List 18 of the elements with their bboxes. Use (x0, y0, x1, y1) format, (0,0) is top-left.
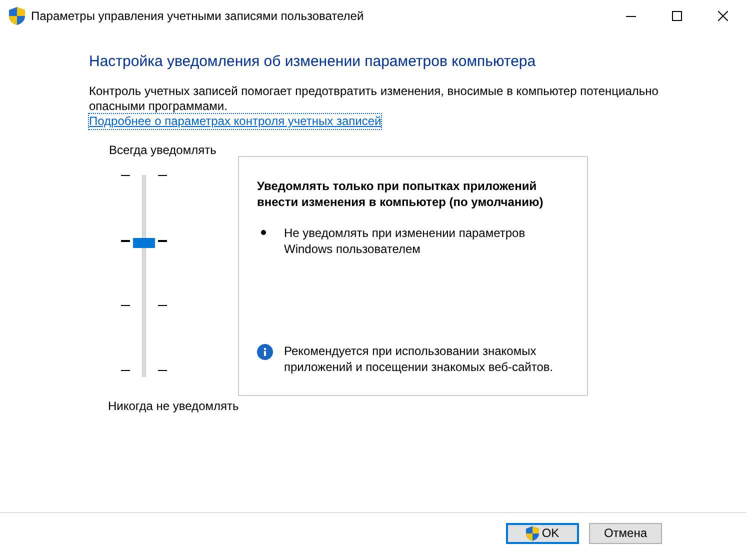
slider-bottom-label: Никогда не уведомлять (108, 399, 240, 414)
help-link[interactable]: Подробнее о параметрах контроля учетных записей (89, 114, 382, 129)
info-title: Уведомлять только при попытках приложений внести изменения в компьютер (по умолчанию) (257, 178, 544, 210)
description-text: Контроль учетных записей помогает предотвратить изменения, вносимые в компьютер потенциально опасными программами. (89, 84, 660, 114)
slider-top-label: Всегда уведомлять (109, 143, 218, 158)
maximize-icon (672, 11, 682, 21)
cancel-button[interactable]: Отмена (589, 522, 662, 544)
bullet-text: Не уведомлять при изменении параметров Windows пользователем (284, 225, 526, 257)
shield-icon (9, 7, 25, 25)
window-title: Параметры управления учетными записями пользователей (31, 8, 364, 25)
recommendation-text: Рекомендуется при использовании знакомых приложений и посещении знакомых веб-сайтов. (284, 343, 554, 375)
ok-button[interactable]: OK (506, 522, 579, 544)
slider-thumb[interactable] (133, 238, 155, 248)
info-icon (257, 344, 273, 360)
bullet-icon (261, 230, 266, 235)
close-icon (718, 11, 728, 21)
page-heading: Настройка уведомления об изменении параметров компьютера (89, 52, 537, 72)
shield-icon (526, 526, 539, 540)
